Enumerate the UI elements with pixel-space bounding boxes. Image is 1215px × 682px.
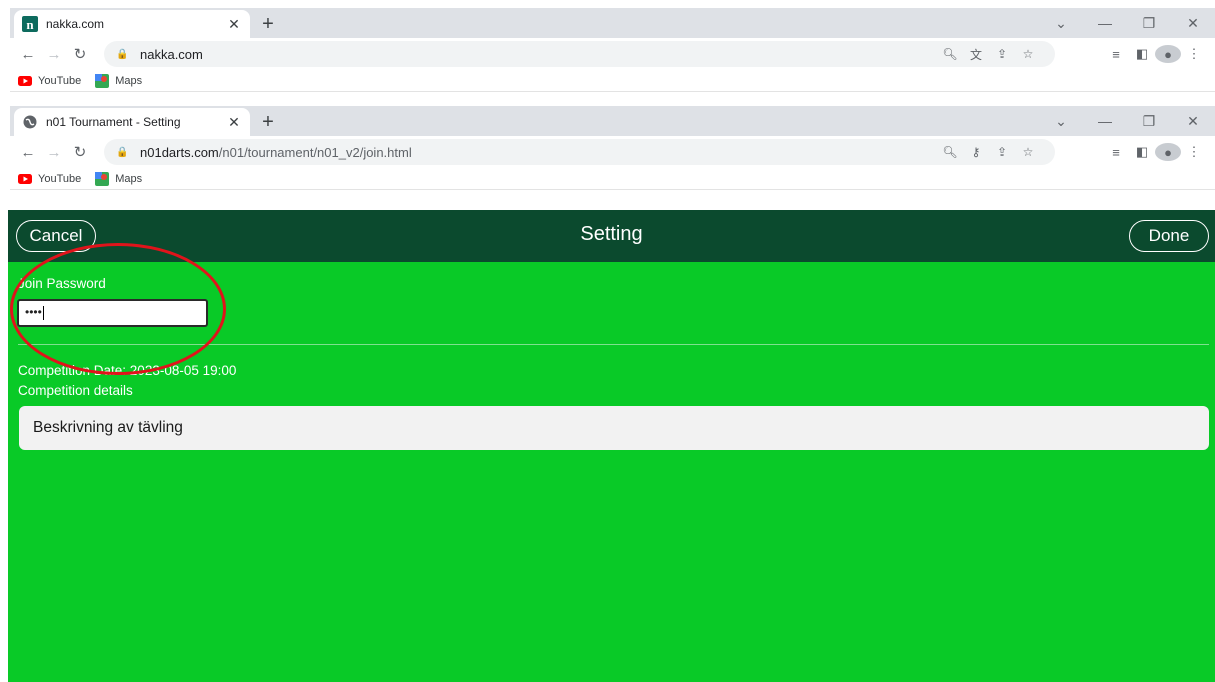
tab-close-icon[interactable]: ✕ bbox=[226, 16, 242, 33]
bookmark-star-icon[interactable]: ☆ bbox=[1015, 145, 1041, 159]
tab-close-icon[interactable]: ✕ bbox=[226, 114, 242, 131]
back-icon[interactable]: ← bbox=[16, 144, 40, 161]
text-caret bbox=[42, 305, 44, 320]
toolbar-actions: ≡ ◧ ● ⋮ bbox=[1103, 41, 1207, 67]
omnibox-actions: 🔍︎ 文 ⇪ ☆ bbox=[937, 41, 1041, 67]
reload-icon[interactable]: ↻ bbox=[68, 45, 92, 63]
bookmark-label: Maps bbox=[115, 74, 143, 87]
done-button[interactable]: Done bbox=[1129, 220, 1209, 252]
window-controls: ⌄ — ❐ ✕ bbox=[1039, 106, 1215, 136]
address-bar[interactable]: 🔒 nakka.com 🔍︎ 文 ⇪ ☆ bbox=[104, 41, 1055, 67]
competition-details-label: Competition details bbox=[18, 383, 133, 398]
browser-window-nakka: n nakka.com ✕ + ⌄ — ❐ ✕ ← → ↻ 🔒 nakka.co… bbox=[10, 8, 1215, 92]
settings-panel: Join Password •••• Competition Date: 202… bbox=[8, 262, 1215, 682]
tab-strip: n nakka.com ✕ + ⌄ — ❐ ✕ bbox=[10, 8, 1215, 38]
bookmark-maps[interactable]: Maps bbox=[95, 171, 143, 186]
new-tab-icon[interactable]: + bbox=[254, 108, 282, 136]
toolbar-actions: ≡ ◧ ● ⋮ bbox=[1103, 139, 1207, 165]
share-icon[interactable]: ⇪ bbox=[989, 145, 1015, 159]
share-icon[interactable]: ⇪ bbox=[989, 47, 1015, 61]
profile-icon[interactable]: ● bbox=[1155, 143, 1181, 161]
lock-icon: 🔒 bbox=[116, 48, 129, 60]
tab-search-icon[interactable]: ⌄ bbox=[1039, 15, 1083, 32]
address-row: ← → ↻ 🔒 nakka.com 🔍︎ 文 ⇪ ☆ ≡ ◧ ● ⋮ bbox=[10, 38, 1215, 70]
page-title: Setting bbox=[580, 223, 643, 245]
minimize-icon[interactable]: — bbox=[1083, 113, 1127, 129]
join-password-input[interactable]: •••• bbox=[17, 299, 208, 327]
close-window-icon[interactable]: ✕ bbox=[1171, 15, 1215, 32]
back-icon[interactable]: ← bbox=[16, 46, 40, 63]
youtube-icon bbox=[18, 75, 32, 86]
menu-icon[interactable]: ⋮ bbox=[1181, 46, 1207, 62]
side-panel-icon[interactable]: ◧ bbox=[1129, 46, 1155, 62]
bookmarks-bar: YouTube Maps bbox=[10, 168, 1215, 190]
bookmark-youtube[interactable]: YouTube bbox=[18, 75, 81, 87]
minimize-icon[interactable]: — bbox=[1083, 15, 1127, 31]
divider bbox=[18, 344, 1209, 345]
tab-search-icon[interactable]: ⌄ bbox=[1039, 113, 1083, 130]
svg-text:n: n bbox=[26, 17, 34, 32]
tab-n01-tournament[interactable]: n01 Tournament - Setting ✕ bbox=[14, 108, 250, 136]
reading-list-icon[interactable]: ≡ bbox=[1103, 145, 1129, 160]
forward-icon[interactable]: → bbox=[42, 144, 66, 161]
browser-window-n01: n01 Tournament - Setting ✕ + ⌄ — ❐ ✕ ← →… bbox=[10, 106, 1215, 190]
tab-title: n01 Tournament - Setting bbox=[46, 115, 181, 129]
nakka-favicon-icon: n bbox=[22, 16, 38, 32]
omnibox-actions: 🔍︎ ⚷ ⇪ ☆ bbox=[937, 139, 1041, 165]
tab-title: nakka.com bbox=[46, 17, 105, 31]
translate-icon[interactable]: 文 bbox=[963, 46, 989, 63]
competition-details-text: Beskrivning av tävling bbox=[33, 419, 183, 436]
reading-list-icon[interactable]: ≡ bbox=[1103, 47, 1129, 62]
address-bar[interactable]: 🔒 n01darts.com /n01/tournament/n01_v2/jo… bbox=[104, 139, 1055, 165]
new-tab-icon[interactable]: + bbox=[254, 10, 282, 38]
url-host: nakka.com bbox=[140, 46, 203, 62]
youtube-icon bbox=[18, 173, 32, 184]
bookmark-label: YouTube bbox=[38, 74, 82, 87]
window-controls: ⌄ — ❐ ✕ bbox=[1039, 8, 1215, 38]
password-key-icon[interactable]: ⚷ bbox=[963, 145, 989, 159]
address-row: ← → ↻ 🔒 n01darts.com /n01/tournament/n01… bbox=[10, 136, 1215, 168]
bookmarks-bar: YouTube Maps bbox=[10, 70, 1215, 92]
close-window-icon[interactable]: ✕ bbox=[1171, 113, 1215, 130]
lock-icon: 🔒 bbox=[116, 146, 129, 158]
zoom-icon[interactable]: 🔍︎ bbox=[937, 47, 963, 61]
side-panel-icon[interactable]: ◧ bbox=[1129, 144, 1155, 160]
app-header: Cancel Setting Done bbox=[8, 210, 1215, 262]
zoom-icon[interactable]: 🔍︎ bbox=[937, 145, 963, 159]
bookmark-maps[interactable]: Maps bbox=[95, 73, 143, 88]
forward-icon[interactable]: → bbox=[42, 46, 66, 63]
menu-icon[interactable]: ⋮ bbox=[1181, 144, 1207, 160]
bookmark-star-icon[interactable]: ☆ bbox=[1015, 47, 1041, 61]
reload-icon[interactable]: ↻ bbox=[68, 143, 92, 161]
competition-date: Competition Date: 2023-08-05 19:00 bbox=[18, 363, 237, 378]
tab-strip: n01 Tournament - Setting ✕ + ⌄ — ❐ ✕ bbox=[10, 106, 1215, 136]
restore-icon[interactable]: ❐ bbox=[1127, 113, 1171, 130]
bookmark-label: Maps bbox=[115, 172, 143, 185]
competition-details-field[interactable]: Beskrivning av tävling bbox=[19, 406, 1209, 450]
url-path: /n01/tournament/n01_v2/join.html bbox=[218, 144, 412, 160]
bookmark-label: YouTube bbox=[38, 172, 82, 185]
globe-icon bbox=[22, 114, 38, 130]
tab-nakka[interactable]: n nakka.com ✕ bbox=[14, 10, 250, 38]
bookmark-youtube[interactable]: YouTube bbox=[18, 173, 81, 185]
url-host: n01darts.com bbox=[140, 144, 219, 160]
join-password-label: Join Password bbox=[18, 276, 106, 291]
restore-icon[interactable]: ❐ bbox=[1127, 15, 1171, 32]
password-value: •••• bbox=[25, 305, 42, 319]
maps-icon bbox=[95, 171, 110, 186]
profile-icon[interactable]: ● bbox=[1155, 45, 1181, 63]
maps-icon bbox=[95, 73, 110, 88]
